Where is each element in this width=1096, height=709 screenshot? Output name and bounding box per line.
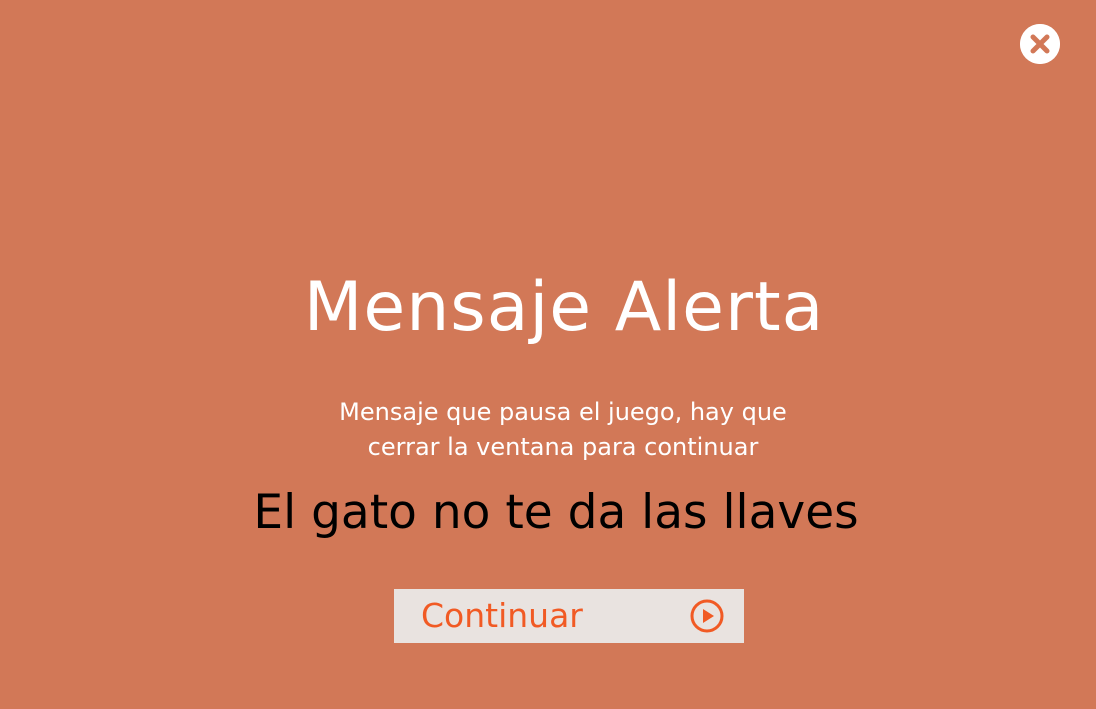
close-icon	[1020, 24, 1060, 64]
page-title: Mensaje Alerta	[303, 268, 825, 347]
play-icon	[689, 598, 725, 634]
alert-message: El gato no te da las llaves	[253, 485, 859, 540]
continue-button-label: Continuar	[421, 596, 583, 635]
alert-description: Mensaje que pausa el juego, hay que cerr…	[339, 398, 787, 461]
close-button[interactable]	[1020, 24, 1060, 64]
continue-button[interactable]: Continuar	[394, 589, 744, 643]
